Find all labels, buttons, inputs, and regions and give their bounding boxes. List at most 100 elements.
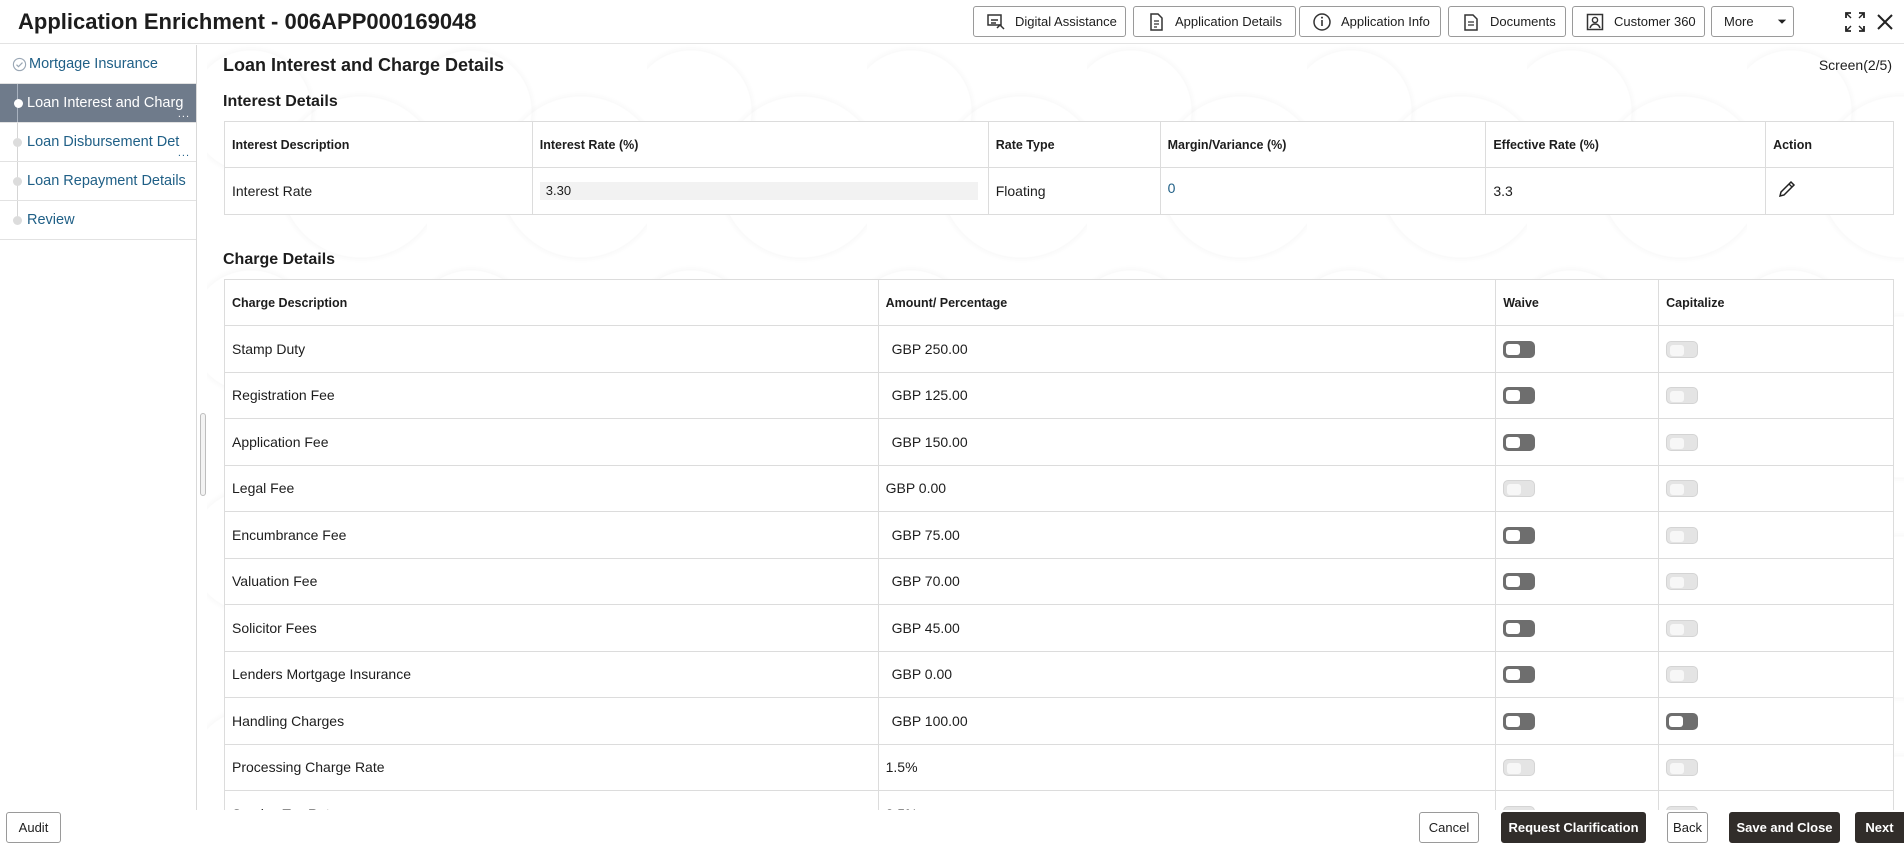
margin-variance-cell: 0: [1159, 167, 1487, 215]
column-header: Action: [1765, 121, 1894, 168]
capitalize-toggle[interactable]: [1666, 712, 1699, 730]
edit-pencil-icon[interactable]: [1777, 179, 1797, 199]
application-details-button[interactable]: Application Details: [1133, 6, 1296, 37]
charge-description: Encumbrance Fee: [224, 511, 879, 559]
step-dot: [13, 216, 22, 225]
charge-amount-cell: GBP 0.00: [877, 650, 1497, 698]
waive-toggle[interactable]: [1503, 340, 1536, 358]
charge-description: Stamp Duty: [224, 325, 879, 373]
charge-amount: GBP 250.00: [891, 340, 968, 357]
charge-amount-cell: GBP 45.00: [877, 604, 1497, 652]
back-button[interactable]: Back: [1667, 812, 1708, 843]
charge-amount: 1.5%: [885, 759, 918, 776]
column-header: Charge Description: [224, 279, 879, 326]
interest-rate-value: 3.30: [539, 181, 978, 200]
documents-button[interactable]: Documents: [1448, 6, 1566, 37]
capitalize-cell: [1658, 557, 1894, 605]
customer-360-button[interactable]: Customer 360: [1572, 6, 1705, 37]
rate-type: Floating: [987, 167, 1161, 215]
cancel-button[interactable]: Cancel: [1419, 812, 1479, 843]
waive-toggle[interactable]: [1503, 573, 1536, 591]
table-row: Handling Charges GBP 100.00: [224, 697, 1894, 745]
margin-variance-link[interactable]: 0: [1168, 180, 1176, 196]
waive-toggle[interactable]: [1503, 433, 1536, 451]
charge-amount-cell: GBP 70.00: [877, 557, 1497, 605]
charge-amount: GBP 0.00: [891, 666, 953, 683]
charge-details-title: Charge Details: [223, 251, 336, 268]
capitalize-toggle: [1666, 619, 1699, 637]
header-bar: Application Enrichment - 006APP000169048…: [0, 0, 1904, 44]
waive-toggle[interactable]: [1503, 387, 1536, 405]
charge-details-table: Charge Description Amount/ Percentage Wa…: [224, 279, 1894, 838]
close-icon[interactable]: [1873, 10, 1897, 34]
capitalize-cell: [1658, 464, 1894, 512]
charge-amount-cell: GBP 0.00: [877, 464, 1497, 512]
save-and-close-button[interactable]: Save and Close: [1729, 812, 1840, 843]
customer-360-label: Customer 360: [1614, 14, 1696, 29]
application-info-label: Application Info: [1341, 14, 1430, 29]
check-circle-icon: [12, 57, 27, 72]
table-row: Application Fee GBP 150.00: [224, 418, 1894, 466]
capitalize-toggle: [1666, 526, 1699, 544]
documents-label: Documents: [1490, 14, 1556, 29]
action-cell: [1765, 167, 1894, 215]
table-header-row: Charge Description Amount/ Percentage Wa…: [224, 279, 1894, 326]
table-row: Solicitor Fees GBP 45.00: [224, 604, 1894, 652]
waive-toggle: [1503, 480, 1536, 498]
waive-cell: [1495, 743, 1660, 791]
step-mortgage-insurance[interactable]: Mortgage Insurance: [0, 45, 196, 84]
step-loan-repayment-details[interactable]: Loan Repayment Details: [0, 162, 196, 201]
waive-cell: [1495, 650, 1660, 698]
column-header: Effective Rate (%): [1485, 121, 1767, 168]
charge-description: Solicitor Fees: [224, 604, 879, 652]
waive-toggle[interactable]: [1503, 526, 1536, 544]
step-loan-interest-and-charges[interactable]: Loan Interest and Charg ...: [0, 84, 196, 123]
step-loan-disbursement-details[interactable]: Loan Disbursement Det ...: [0, 123, 196, 162]
digital-assistance-button[interactable]: Digital Assistance: [973, 6, 1126, 37]
charge-description: Processing Charge Rate: [224, 743, 879, 791]
more-button[interactable]: More: [1711, 6, 1794, 37]
audit-button[interactable]: Audit: [6, 812, 61, 843]
step-review[interactable]: Review: [0, 201, 196, 240]
document-icon: [1150, 12, 1163, 31]
table-row: Registration Fee GBP 125.00: [224, 371, 1894, 419]
request-clarification-button[interactable]: Request Clarification: [1501, 812, 1646, 843]
step-label: Loan Repayment Details: [27, 173, 186, 189]
charge-amount: GBP 100.00: [891, 712, 968, 729]
column-header: Amount/ Percentage: [877, 279, 1497, 326]
capitalize-cell: [1658, 697, 1894, 745]
charge-amount-cell: 1.5%: [877, 743, 1497, 791]
step-label: Loan Disbursement Det: [27, 134, 180, 150]
capitalize-toggle: [1666, 387, 1699, 405]
charge-amount-cell: GBP 150.00: [877, 418, 1497, 466]
sidebar-resize-handle[interactable]: [200, 413, 206, 496]
column-header: Capitalize: [1658, 279, 1894, 326]
waive-toggle[interactable]: [1503, 666, 1536, 684]
table-header-row: Interest Description Interest Rate (%) R…: [224, 121, 1894, 168]
waive-toggle[interactable]: [1503, 712, 1536, 730]
page-title: Application Enrichment - 006APP000169048: [18, 9, 477, 34]
next-button[interactable]: Next: [1855, 812, 1904, 843]
truncation-ellipsis: ...: [177, 108, 190, 120]
application-info-button[interactable]: Application Info: [1299, 6, 1441, 37]
column-header: Interest Description: [224, 121, 533, 168]
charge-description: Handling Charges: [224, 697, 879, 745]
capitalize-cell: [1658, 325, 1894, 373]
capitalize-cell: [1658, 650, 1894, 698]
waive-toggle[interactable]: [1503, 619, 1536, 637]
table-row: Encumbrance Fee GBP 75.00: [224, 511, 1894, 559]
step-label: Loan Interest and Charg: [27, 95, 184, 111]
more-label: More: [1724, 14, 1754, 29]
waive-toggle: [1503, 759, 1536, 777]
table-row: Lenders Mortgage Insurance GBP 0.00: [224, 650, 1894, 698]
fullscreen-icon[interactable]: [1843, 10, 1867, 34]
interest-rate-cell: 3.30: [531, 167, 989, 215]
interest-description: Interest Rate: [224, 167, 533, 215]
charge-amount: GBP 125.00: [891, 387, 968, 404]
section-title: Loan Interest and Charge Details: [223, 55, 505, 75]
waive-cell: [1495, 371, 1660, 419]
charge-description: Legal Fee: [224, 464, 879, 512]
step-current-dot: [14, 99, 23, 108]
documents-icon: [1464, 13, 1478, 31]
table-row: Interest Rate 3.30 Floating 0 3.3: [224, 167, 1894, 215]
